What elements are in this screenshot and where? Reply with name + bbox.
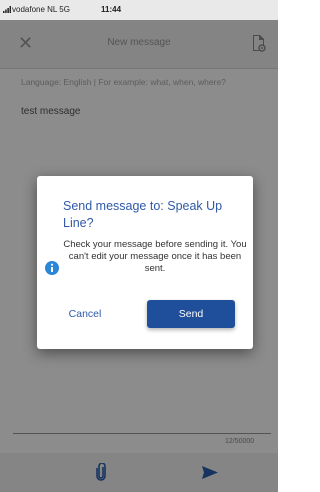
dialog-message: Check your message before sending it. Yo… [63,239,247,274]
send-button[interactable]: Send [147,300,235,328]
confirm-dialog: Send message to: Speak Up Line? Check yo… [37,176,253,349]
cancel-button[interactable]: Cancel [51,301,119,327]
info-icon [45,261,59,275]
clock: 11:44 [101,5,122,14]
status-bar: vodafone NL 5G 11:44 [0,0,278,20]
carrier-label: vodafone NL 5G [12,5,70,14]
dialog-title: Send message to: Speak Up Line? [63,199,223,230]
signal-icon [3,6,11,13]
